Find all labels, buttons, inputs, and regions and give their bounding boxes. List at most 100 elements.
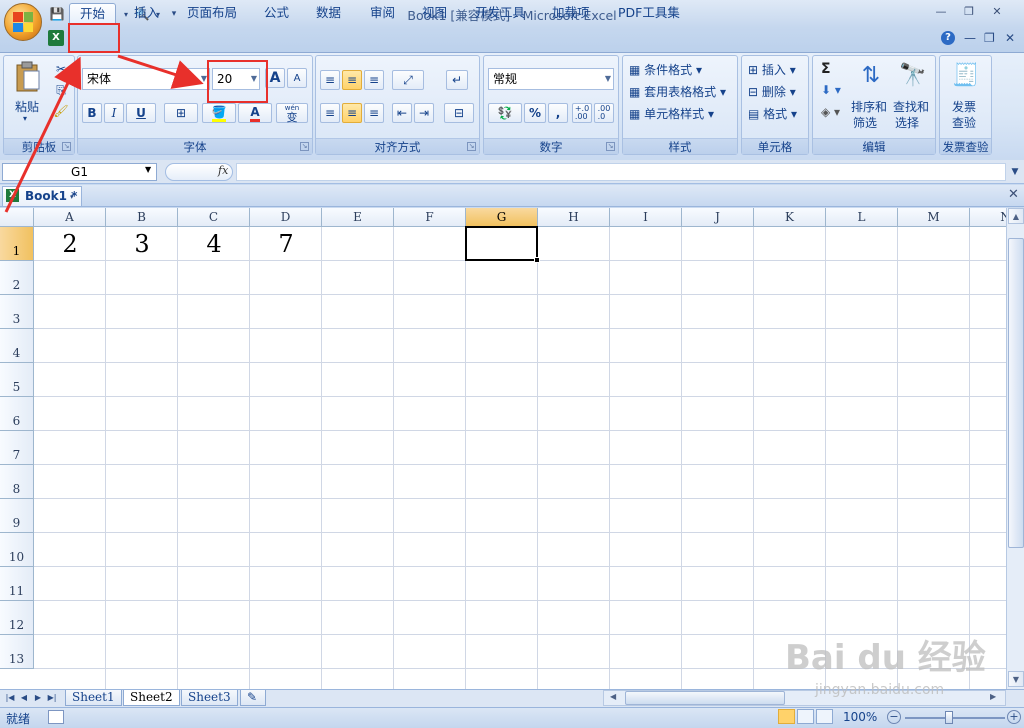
cell-b1[interactable]: 3 — [106, 227, 178, 261]
column-header-d[interactable]: D — [250, 208, 322, 227]
column-header-c[interactable]: C — [178, 208, 250, 227]
tab-data[interactable]: 数据 — [306, 3, 351, 24]
align-left-icon[interactable]: ≡ — [320, 103, 340, 123]
row-header-7[interactable]: 7 — [0, 431, 34, 465]
ribbon-close-icon[interactable]: ✕ — [1005, 31, 1015, 45]
select-all-corner[interactable] — [0, 208, 34, 227]
paste-dropdown-icon[interactable]: ▾ — [23, 114, 27, 123]
page-layout-view-icon[interactable] — [797, 709, 814, 724]
font-name-combo[interactable]: 宋体 ▼ — [82, 68, 210, 90]
orientation-icon[interactable]: ⤢ — [392, 70, 424, 90]
fill-handle[interactable] — [534, 257, 540, 263]
cell-c1[interactable]: 4 — [178, 227, 250, 261]
align-top-icon[interactable]: ≡ — [320, 70, 340, 90]
increase-indent-icon[interactable]: ⇥ — [414, 103, 434, 123]
paste-button[interactable]: 粘贴 — [15, 98, 39, 115]
row-header-5[interactable]: 5 — [0, 363, 34, 397]
zoom-slider[interactable] — [905, 717, 1005, 719]
format-cells-button[interactable]: ▤ 格式 ▾ — [748, 105, 797, 122]
fill-icon[interactable]: ⬇ ▾ — [821, 83, 841, 97]
tab-insert[interactable]: 插入 — [124, 3, 169, 24]
cut-icon[interactable]: ✂ — [52, 60, 70, 78]
row-header-12[interactable]: 12 — [0, 601, 34, 635]
paste-icon[interactable] — [10, 60, 46, 94]
prev-sheet-icon[interactable]: ◀ — [18, 691, 30, 705]
copy-icon[interactable]: ⎘ — [52, 81, 70, 99]
font-color-button[interactable]: A — [238, 103, 272, 123]
selected-cell-outline[interactable] — [465, 226, 538, 261]
restore-button[interactable]: ❐ — [956, 2, 982, 20]
zoom-level[interactable]: 100% — [843, 710, 877, 724]
autosum-icon[interactable]: Σ — [821, 61, 831, 77]
wrap-text-icon[interactable]: ↵ — [446, 70, 468, 90]
tab-view[interactable]: 视图 — [412, 3, 457, 24]
borders-button[interactable]: ⊞ — [164, 103, 198, 123]
delete-cells-button[interactable]: ⊟ 删除 ▾ — [748, 83, 796, 100]
column-header-n[interactable]: N — [970, 208, 1006, 227]
column-header-f[interactable]: F — [394, 208, 466, 227]
insert-function-icon[interactable]: fx — [218, 164, 228, 177]
spreadsheet-grid[interactable]: A B C D E F G H I J K L M N 1 2 3 4 5 6 7 8 9 10 11 12 13 2 3 4 7 — [0, 208, 1006, 689]
format-as-table-button[interactable]: ▦ 套用表格格式 ▾ — [629, 83, 726, 100]
format-painter-icon[interactable]: 🖌 — [52, 102, 70, 120]
column-header-a[interactable]: A — [34, 208, 106, 227]
column-header-h[interactable]: H — [538, 208, 610, 227]
row-header-6[interactable]: 6 — [0, 397, 34, 431]
shrink-font-button[interactable]: A — [287, 68, 307, 88]
find-select-button[interactable]: 查找和 — [893, 98, 929, 115]
increase-decimal-icon[interactable]: +.0.00 — [572, 103, 592, 123]
sheet-tab-sheet1[interactable]: Sheet1 — [65, 690, 122, 706]
row-header-4[interactable]: 4 — [0, 329, 34, 363]
normal-view-icon[interactable] — [778, 709, 795, 724]
column-header-j[interactable]: J — [682, 208, 754, 227]
merge-center-icon[interactable]: ⊟ — [444, 103, 474, 123]
office-button[interactable] — [4, 3, 42, 41]
insert-sheet-icon[interactable]: ✎ — [240, 690, 266, 706]
underline-button[interactable]: U — [126, 103, 156, 123]
invoice-check-icon[interactable]: 🧾 — [948, 60, 984, 90]
last-sheet-icon[interactable]: ▶| — [46, 691, 58, 705]
number-format-dropdown-icon[interactable]: ▼ — [605, 69, 611, 89]
clear-icon[interactable]: ◈ ▾ — [821, 105, 840, 119]
vertical-scroll-thumb[interactable] — [1008, 238, 1024, 548]
find-select-icon[interactable]: 🔭 — [895, 60, 931, 90]
close-button[interactable]: ✕ — [984, 2, 1010, 20]
decrease-decimal-icon[interactable]: .00.0 — [594, 103, 614, 123]
alignment-launcher-icon[interactable]: ↘ — [467, 142, 476, 151]
accounting-format-icon[interactable]: 💱 — [488, 103, 522, 123]
formula-input[interactable] — [236, 163, 1006, 181]
row-header-8[interactable]: 8 — [0, 465, 34, 499]
first-sheet-icon[interactable]: |◀ — [4, 691, 16, 705]
tab-home[interactable]: 开始 — [69, 3, 117, 24]
decrease-indent-icon[interactable]: ⇤ — [392, 103, 412, 123]
tab-pdf-tools[interactable]: PDF工具集 — [608, 3, 690, 24]
macro-record-icon[interactable] — [48, 710, 64, 724]
insert-cells-button[interactable]: ⊞ 插入 ▾ — [748, 61, 796, 78]
zoom-slider-handle[interactable] — [945, 711, 953, 724]
align-right-icon[interactable]: ≡ — [364, 103, 384, 123]
tab-addins[interactable]: 加载项 — [542, 3, 600, 24]
name-box-dropdown-icon[interactable]: ▼ — [145, 165, 151, 174]
page-break-view-icon[interactable] — [816, 709, 833, 724]
column-header-b[interactable]: B — [106, 208, 178, 227]
ribbon-minimize-icon[interactable]: — — [964, 31, 976, 45]
formula-expand-icon[interactable]: ▼ — [1008, 163, 1022, 181]
zoom-in-icon[interactable]: + — [1007, 710, 1021, 724]
workbook-tab-dropdown-icon[interactable]: ▾ — [70, 193, 74, 201]
column-header-g[interactable]: G — [466, 208, 538, 227]
grow-font-button[interactable]: A — [265, 68, 285, 88]
cell-styles-button[interactable]: ▦ 单元格样式 ▾ — [629, 105, 714, 122]
scroll-down-icon[interactable]: ▼ — [1008, 671, 1024, 687]
cell-d1[interactable]: 7 — [250, 227, 322, 261]
tab-review[interactable]: 审阅 — [360, 3, 405, 24]
column-header-i[interactable]: I — [610, 208, 682, 227]
help-icon[interactable]: ? — [941, 31, 955, 45]
next-sheet-icon[interactable]: ▶ — [32, 691, 44, 705]
column-header-m[interactable]: M — [898, 208, 970, 227]
workbook-close-button[interactable]: ✕ — [1008, 187, 1019, 202]
column-header-l[interactable]: L — [826, 208, 898, 227]
italic-button[interactable]: I — [104, 103, 124, 123]
column-header-k[interactable]: K — [754, 208, 826, 227]
number-format-combo[interactable]: 常规 ▼ — [488, 68, 614, 90]
scroll-right-icon[interactable]: ▶ — [990, 692, 996, 701]
